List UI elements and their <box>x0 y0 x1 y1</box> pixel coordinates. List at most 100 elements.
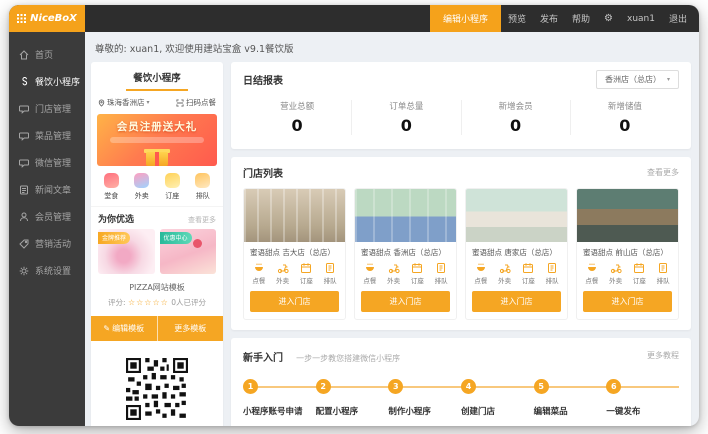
edit-miniprogram-button[interactable]: 编辑小程序 <box>430 5 501 32</box>
sidebar-item-label: 新闻文章 <box>35 183 71 196</box>
gear-icon <box>19 266 29 276</box>
settings-gear-icon[interactable]: ⚙ <box>597 5 620 32</box>
enter-store-button[interactable]: 进入门店 <box>583 291 672 312</box>
stat-label: 新增储值 <box>571 100 679 112</box>
feature-label: 排队 <box>429 275 453 285</box>
step-link[interactable]: 前往菜品管理编辑菜品 <box>534 425 601 426</box>
store-filter-dropdown[interactable]: 香洲店（总店） ▾ <box>596 70 679 89</box>
guide-subtitle: 一步一步教您搭建微信小程序 <box>296 354 400 363</box>
feature-order[interactable]: 点餐 <box>247 262 271 285</box>
feature-takeout[interactable]: 外卖 <box>604 262 628 285</box>
scooter-icon <box>277 262 289 274</box>
feature-order[interactable]: 点餐 <box>469 262 493 285</box>
sidebar-item-marketing-activities[interactable]: 营销活动 <box>9 230 85 257</box>
store-features: 点餐 外卖 订座 排队 <box>355 262 456 291</box>
phone-location-row: 珠海香洲店 ▾ 扫码点餐 <box>91 91 223 113</box>
step-link[interactable]: 前往门店管理创建门店 <box>461 425 528 426</box>
publish-link[interactable]: 发布 <box>533 5 565 32</box>
feature-label: 订座 <box>406 275 430 285</box>
sidebar-item-system-settings[interactable]: 系统设置 <box>9 257 85 284</box>
beginner-guide-card: 新手入门 一步一步教您搭建微信小程序 更多教程 1 小程序账号申请 <box>231 338 691 426</box>
queue-icon <box>195 173 210 188</box>
enter-store-button[interactable]: 进入门店 <box>472 291 561 312</box>
sidebar-item-home[interactable]: 首页 <box>9 41 85 68</box>
calendar-icon <box>522 262 534 274</box>
step-title: 一键发布 <box>606 405 673 417</box>
preview-link[interactable]: 预览 <box>501 5 533 32</box>
shortcut-takeout[interactable]: 外卖 <box>127 173 158 201</box>
feature-reserve[interactable]: 订座 <box>406 262 430 285</box>
banner-title: 会员注册送大礼 <box>97 114 217 134</box>
store-name: 蜜语甜点 吉大店（总店） <box>244 242 345 262</box>
edit-template-button[interactable]: ✎编辑模板 <box>91 316 157 341</box>
sidebar-item-wechat-management[interactable]: 微信管理 <box>9 149 85 176</box>
more-tutorials-link[interactable]: 更多教程 <box>647 350 679 361</box>
step-link[interactable]: 个人小程序账号注册 <box>243 425 310 426</box>
bowl-icon <box>586 262 598 274</box>
enter-store-button[interactable]: 进入门店 <box>250 291 339 312</box>
sidebar-item-label: 营销活动 <box>35 237 71 250</box>
feature-reserve[interactable]: 订座 <box>628 262 652 285</box>
member-promo-banner[interactable]: 会员注册送大礼 <box>97 114 217 166</box>
shortcut-reserve[interactable]: 订座 <box>157 173 188 201</box>
tag-icon <box>19 239 29 249</box>
shortcut-queue[interactable]: 排队 <box>188 173 219 201</box>
feature-order[interactable]: 点餐 <box>358 262 382 285</box>
help-link[interactable]: 帮助 <box>565 5 597 32</box>
step-link[interactable]: 建站宝盒后台配置 <box>316 425 383 426</box>
feature-reserve[interactable]: 订座 <box>517 262 541 285</box>
step-number-badge: 6 <box>606 379 621 394</box>
feature-reserve[interactable]: 订座 <box>295 262 319 285</box>
store-features: 点餐 外卖 订座 排队 <box>244 262 345 291</box>
caret-down-icon: ▾ <box>667 76 670 83</box>
store-location-selector[interactable]: 珠海香洲店 ▾ <box>98 97 150 108</box>
feature-queue[interactable]: 排队 <box>651 262 675 285</box>
app-logo[interactable]: NiceBoX <box>9 5 85 32</box>
food-image-cupcake[interactable]: 金牌推荐 <box>98 229 155 274</box>
feature-label: 外卖 <box>604 275 628 285</box>
feature-queue[interactable]: 排队 <box>429 262 453 285</box>
username-label[interactable]: xuan1 <box>620 5 662 32</box>
location-pin-icon <box>98 99 105 107</box>
ticket-machine-icon <box>657 262 669 274</box>
feature-label: 排队 <box>318 275 342 285</box>
picks-more-link[interactable]: 查看更多 <box>188 215 216 225</box>
feature-label: 排队 <box>540 275 564 285</box>
feature-queue[interactable]: 排队 <box>318 262 342 285</box>
sidebar-item-store-management[interactable]: 门店管理 <box>9 95 85 122</box>
feature-label: 订座 <box>517 275 541 285</box>
stat-label: 新增会员 <box>462 100 570 112</box>
feature-takeout[interactable]: 外卖 <box>382 262 406 285</box>
calendar-icon <box>633 262 645 274</box>
person-icon <box>19 212 29 222</box>
shortcut-dine-in[interactable]: 堂食 <box>96 173 127 201</box>
feature-label: 外卖 <box>382 275 406 285</box>
sidebar-item-dish-management[interactable]: 菜品管理 <box>9 122 85 149</box>
feature-takeout[interactable]: 外卖 <box>493 262 517 285</box>
step-link[interactable]: 选择模板 <box>388 425 455 426</box>
tab-restaurant-miniprogram[interactable]: 餐饮小程序 <box>91 62 223 84</box>
picks-title: 为你优选 <box>98 212 134 225</box>
banner-subtext-strip <box>110 137 204 143</box>
sidebar-item-news-articles[interactable]: 新闻文章 <box>9 176 85 203</box>
store-filter-value: 香洲店（总店） <box>605 74 661 85</box>
feature-takeout[interactable]: 外卖 <box>271 262 295 285</box>
store-list-more-link[interactable]: 查看更多 <box>647 167 679 178</box>
stat-value: 0 <box>462 116 570 135</box>
sidebar-item-member-management[interactable]: 会员管理 <box>9 203 85 230</box>
feature-label: 订座 <box>295 275 319 285</box>
feature-order[interactable]: 点餐 <box>580 262 604 285</box>
more-templates-button[interactable]: 更多模板 <box>157 316 224 341</box>
logout-link[interactable]: 退出 <box>662 5 699 32</box>
shortcut-label: 排队 <box>188 191 219 201</box>
enter-store-button[interactable]: 进入门店 <box>361 291 450 312</box>
sidebar-item-restaurant-miniprogram[interactable]: 餐饮小程序 <box>9 68 85 95</box>
qr-section: 扫描二维码用手机预览 <box>91 341 223 426</box>
feature-queue[interactable]: 排队 <box>540 262 564 285</box>
rating-stars-icon[interactable]: ☆☆☆☆☆ <box>128 298 169 307</box>
chat-bubble-icon <box>19 158 29 168</box>
food-image-cake[interactable]: 优惠中心 <box>160 229 217 274</box>
stat-value: 0 <box>571 116 679 135</box>
scan-order-button[interactable]: 扫码点餐 <box>176 97 216 108</box>
rating-label: 评分: <box>108 298 126 307</box>
